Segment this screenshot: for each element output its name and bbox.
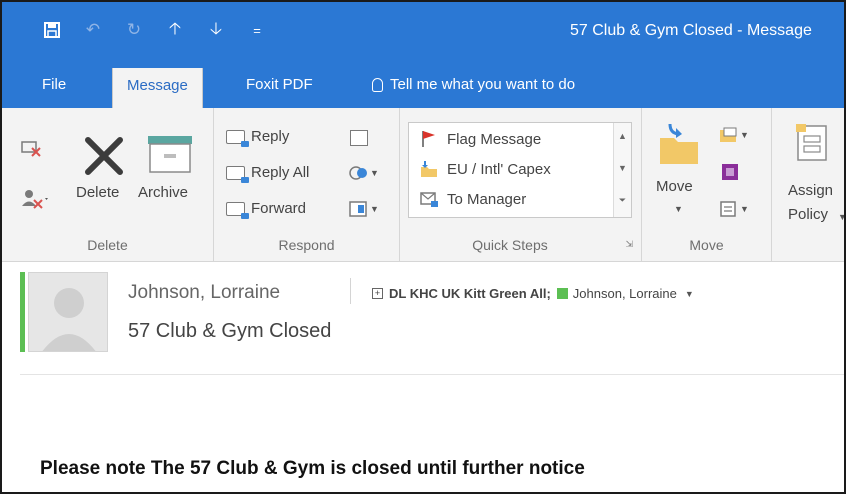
chevron-down-icon[interactable]: ▼ (685, 289, 694, 299)
customize-icon[interactable]: = (245, 19, 269, 41)
delete-button[interactable]: Delete (76, 128, 132, 208)
tell-me-search[interactable]: Tell me what you want to do (372, 76, 575, 93)
move-label: Move (656, 178, 693, 195)
delete-group: Delete Archive Delete (2, 108, 214, 262)
actions-button[interactable]: ▼ (718, 200, 749, 218)
assign-policy-button[interactable]: Assign Policy ▼ (784, 122, 844, 232)
reply-all-label: Reply All (251, 164, 310, 181)
move-group-label: Move (689, 237, 724, 253)
outlook-message-window: ↶ ↻ 🡡 🡣 = 57 Club & Gym Closed - Message… (0, 0, 846, 494)
envelope-forward-icon (420, 192, 438, 207)
recipient-group[interactable]: DL KHC UK Kitt Green All; (389, 286, 551, 301)
expand-group-icon[interactable]: + (372, 288, 383, 299)
im-button[interactable]: ▼ (348, 164, 379, 182)
quick-step-to-manager[interactable]: To Manager (419, 189, 526, 209)
tab-foxit-pdf[interactable]: Foxit PDF (246, 76, 313, 93)
move-folder-icon (660, 123, 698, 164)
quick-steps-scrollbar[interactable]: ▲ ▼ ⏷ (613, 123, 631, 217)
down-arrow-icon[interactable]: 🡣 (204, 19, 228, 41)
quick-step-flag-message[interactable]: Flag Message (419, 129, 541, 149)
delete-group-label: Delete (87, 237, 128, 253)
tags-group: Assign Policy ▼ (772, 108, 844, 262)
presence-bar (20, 272, 25, 352)
recipients-line: + DL KHC UK Kitt Green All; Johnson, Lor… (372, 286, 694, 301)
forward-icon (226, 201, 249, 219)
avatar[interactable] (28, 272, 108, 352)
rules-icon (720, 127, 737, 142)
onenote-button[interactable] (720, 162, 740, 187)
quick-steps-gallery: Flag Message EU / Intl' Capex To Manager… (408, 122, 632, 218)
policy-icon (796, 124, 827, 161)
meeting-icon[interactable] (350, 130, 368, 146)
reply-all-icon (226, 165, 249, 183)
rules-button[interactable]: ▼ (718, 126, 749, 144)
archive-box-icon (148, 136, 192, 173)
header-separator (20, 374, 844, 375)
archive-button[interactable]: Archive (138, 128, 206, 208)
message-header: Johnson, Lorraine + DL KHC UK Kitt Green… (20, 272, 844, 372)
chevron-down-icon: ▼ (740, 130, 749, 140)
person-silhouette-icon (42, 288, 96, 351)
assign-label: Assign (788, 182, 834, 199)
recipient-person[interactable]: Johnson, Lorraine (573, 286, 677, 301)
more-respond-button[interactable]: ▼ (348, 200, 379, 218)
chevron-down-icon: ▼ (838, 212, 844, 222)
forward-button[interactable]: Forward (226, 200, 307, 219)
more-respond-icon (349, 201, 367, 217)
flag-icon (422, 131, 435, 147)
dialog-launcher-icon[interactable]: ⇲ (625, 239, 633, 250)
title-bar: ↶ ↻ 🡡 🡣 = 57 Club & Gym Closed - Message (2, 2, 844, 56)
reply-icon (226, 129, 249, 147)
presence-icon (556, 288, 568, 299)
window-title: 57 Club & Gym Closed - Message (570, 22, 812, 39)
quick-step-label: EU / Intl' Capex (447, 160, 551, 178)
quick-steps-group-label: Quick Steps (472, 237, 548, 253)
tab-message[interactable]: Message (112, 68, 203, 108)
im-icon (349, 166, 367, 180)
respond-group: Reply Reply All Forward ▼ ▼ Respond (214, 108, 400, 262)
tell-me-label: Tell me what you want to do (390, 76, 576, 93)
folder-move-icon (421, 161, 437, 177)
redo-icon[interactable]: ↻ (122, 19, 146, 41)
ignore-icon[interactable] (20, 138, 42, 163)
tab-file[interactable]: File (42, 76, 66, 93)
save-icon[interactable] (40, 19, 64, 41)
delete-x-icon (85, 137, 123, 175)
up-arrow-icon[interactable]: 🡡 (163, 19, 187, 41)
chevron-down-icon: ▼ (370, 204, 379, 214)
quick-step-eu-intl-capex[interactable]: EU / Intl' Capex (419, 159, 551, 179)
move-group: Move ▼ ▼ ▼ Move (642, 108, 772, 262)
reply-button[interactable]: Reply (226, 128, 290, 147)
ribbon-tabs: File Message Foxit PDF Tell me what you … (2, 56, 844, 108)
scroll-up-icon[interactable]: ▲ (614, 131, 631, 141)
delete-label: Delete (76, 184, 120, 201)
quick-step-label: To Manager (447, 190, 527, 208)
header-divider (350, 278, 351, 304)
chevron-down-icon: ▼ (674, 204, 683, 214)
quick-access-toolbar: ↶ ↻ 🡡 🡣 = (40, 19, 286, 41)
message-body: Please note The 57 Club & Gym is closed … (40, 458, 585, 479)
undo-icon[interactable]: ↶ (81, 19, 105, 41)
scroll-down-icon[interactable]: ▼ (614, 163, 631, 173)
onenote-icon (722, 164, 738, 180)
archive-label: Archive (138, 184, 189, 201)
expand-gallery-icon[interactable]: ⏷ (614, 195, 631, 206)
move-button[interactable]: Move ▼ (652, 122, 708, 222)
message-subject: 57 Club & Gym Closed (128, 320, 332, 342)
respond-group-label: Respond (278, 237, 335, 253)
actions-icon (720, 201, 736, 217)
policy-label: Policy (788, 206, 829, 223)
chevron-down-icon: ▼ (370, 168, 379, 178)
reply-label: Reply (251, 128, 290, 145)
chevron-down-icon: ▼ (740, 204, 749, 214)
reply-all-button[interactable]: Reply All (226, 164, 310, 183)
cleanup-icon[interactable] (20, 188, 50, 215)
lightbulb-icon (372, 77, 383, 92)
forward-label: Forward (251, 200, 307, 217)
quick-step-label: Flag Message (447, 130, 542, 148)
sender-name[interactable]: Johnson, Lorraine (128, 282, 280, 304)
